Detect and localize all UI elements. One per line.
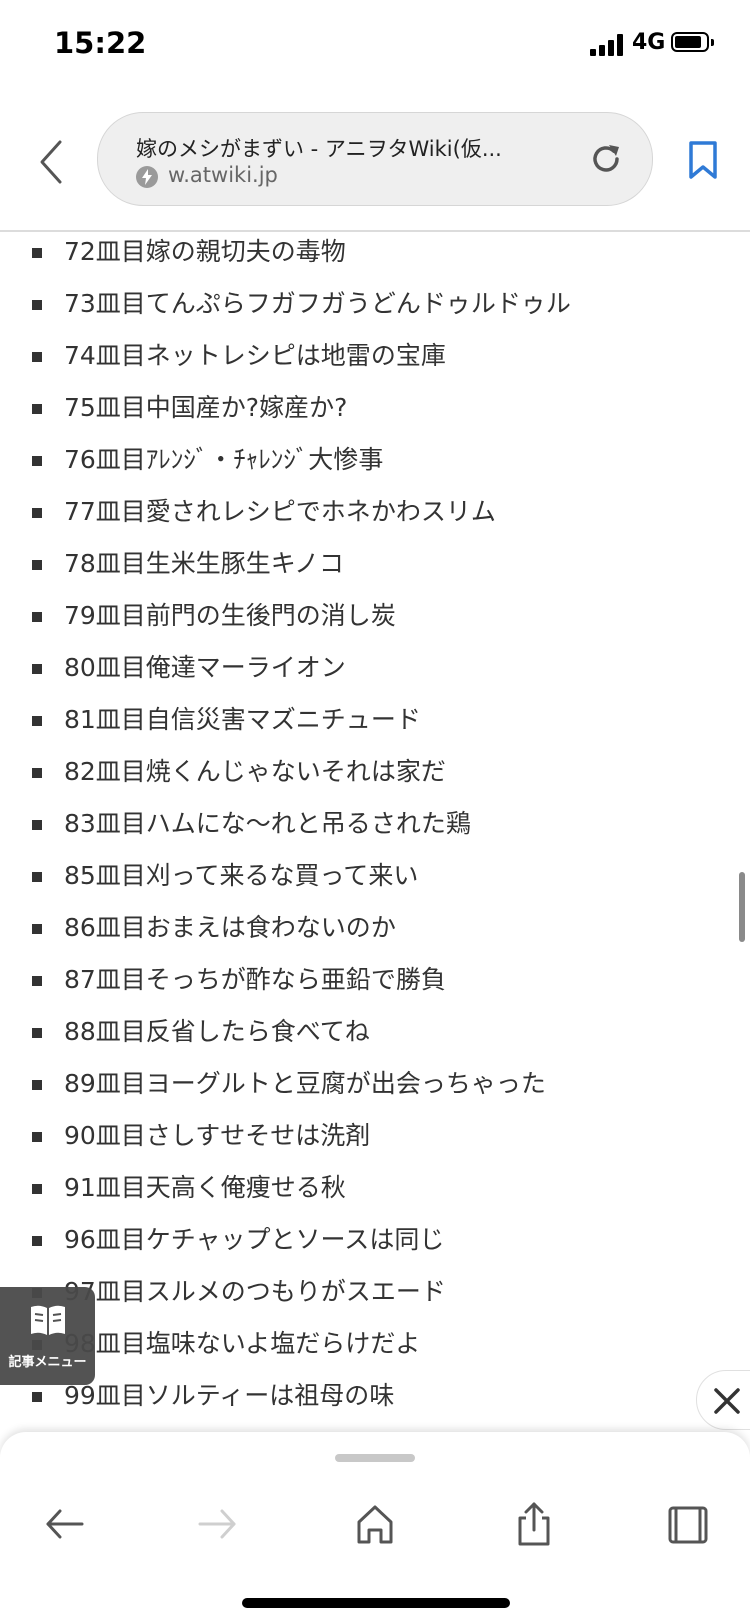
home-icon [357, 1505, 393, 1544]
share-icon [518, 1502, 550, 1546]
list-item[interactable]: 81皿目自信災害マズニチュード [0, 694, 750, 746]
bullet [32, 872, 42, 882]
bullet [32, 352, 42, 362]
list-item[interactable]: 98皿目塩味ないよ塩だらけだよ [0, 1318, 750, 1370]
page-title: 嫁のメシがまずい - アニヲタWiki(仮... [136, 137, 502, 161]
bullet [32, 1392, 42, 1402]
list-item[interactable]: 78皿目生米生豚生キノコ [0, 538, 750, 590]
list-item[interactable]: 76皿目ｱﾚﾝｼﾞ・ﾁｬﾚﾝｼﾞ大惨事 [0, 434, 750, 486]
article-menu-button[interactable]: 記事メニュー [0, 1287, 95, 1385]
bullet [32, 612, 42, 622]
list-item[interactable]: 74皿目ネットレシピは地雷の宝庫 [0, 330, 750, 382]
forward-arrow-icon [198, 1509, 236, 1539]
list-item[interactable]: 73皿目てんぷらフガフガうどんドゥルドゥル [0, 278, 750, 330]
bullet [32, 248, 42, 258]
list-item[interactable]: 72皿目嫁の親切夫の毒物 [0, 226, 750, 278]
status-bar: 15:22 4G [0, 0, 750, 90]
tabs-icon [668, 1506, 708, 1544]
bullet [32, 820, 42, 830]
book-icon [31, 1305, 65, 1335]
address-bar[interactable]: 嫁のメシがまずい - アニヲタWiki(仮... w.atwiki.jp [97, 112, 653, 206]
bullet [32, 300, 42, 310]
reload-icon[interactable] [586, 139, 626, 179]
bullet [32, 508, 42, 518]
bullet [32, 1080, 42, 1090]
list-item[interactable]: 96皿目ケチャップとソースは同じ [0, 1214, 750, 1266]
browser-toolbar [0, 1432, 750, 1624]
close-button[interactable] [696, 1370, 750, 1430]
list-item[interactable]: 97皿目スルメのつもりがスエード [0, 1266, 750, 1318]
bullet [32, 560, 42, 570]
network-type: 4G [632, 30, 666, 55]
list-item[interactable]: 86皿目おまえは食わないのか [0, 902, 750, 954]
list-item[interactable]: 87皿目そっちが酢なら亜鉛で勝負 [0, 954, 750, 1006]
list-item[interactable]: 89皿目ヨーグルトと豆腐が出会っちゃった [0, 1058, 750, 1110]
toolbar-grabber[interactable] [335, 1454, 415, 1462]
article-menu-label: 記事メニュー [8, 1355, 87, 1370]
close-icon [714, 1388, 740, 1414]
bullet [32, 664, 42, 674]
episode-list: 72皿目嫁の親切夫の毒物 73皿目てんぷらフガフガうどんドゥルドゥル 74皿目ネ… [0, 226, 750, 1422]
bookmark-icon[interactable] [688, 140, 718, 180]
home-indicator [242, 1598, 510, 1608]
list-item[interactable]: 90皿目さしすせそせは洗剤 [0, 1110, 750, 1162]
bullet [32, 716, 42, 726]
list-item[interactable]: 99皿目ソルティーは祖母の味 [0, 1370, 750, 1422]
list-item[interactable]: 88皿目反省したら食べてね [0, 1006, 750, 1058]
share-button[interactable] [502, 1492, 566, 1556]
bullet [32, 1184, 42, 1194]
home-button[interactable] [343, 1492, 407, 1556]
list-item[interactable]: 83皿目ハムにな〜れと吊るされた鶏 [0, 798, 750, 850]
bullet [32, 456, 42, 466]
list-item[interactable]: 85皿目刈って来るな買って来い [0, 850, 750, 902]
forward-button [186, 1492, 250, 1556]
amp-bolt-icon [136, 166, 158, 188]
bullet [32, 924, 42, 934]
bullet [32, 1236, 42, 1246]
back-arrow-icon [46, 1509, 84, 1539]
bullet [32, 768, 42, 778]
scroll-indicator[interactable] [739, 872, 745, 942]
list-item[interactable]: 82皿目焼くんじゃないそれは家だ [0, 746, 750, 798]
browser-back-chevron-icon[interactable] [34, 138, 70, 186]
back-button[interactable] [32, 1492, 96, 1556]
list-item[interactable]: 79皿目前門の生後門の消し炭 [0, 590, 750, 642]
signal-strength-icon [590, 34, 626, 56]
list-item[interactable]: 91皿目天高く俺痩せる秋 [0, 1162, 750, 1214]
bullet [32, 976, 42, 986]
tabs-button[interactable] [656, 1492, 720, 1556]
bullet [32, 404, 42, 414]
bullet [32, 1132, 42, 1142]
list-item[interactable]: 77皿目愛されレシピでホネかわスリム [0, 486, 750, 538]
status-time: 15:22 [54, 26, 147, 60]
list-item[interactable]: 80皿目俺達マーライオン [0, 642, 750, 694]
bullet [32, 1028, 42, 1038]
url-host: w.atwiki.jp [168, 163, 278, 187]
battery-icon [671, 32, 715, 54]
list-item[interactable]: 75皿目中国産か?嫁産か? [0, 382, 750, 434]
